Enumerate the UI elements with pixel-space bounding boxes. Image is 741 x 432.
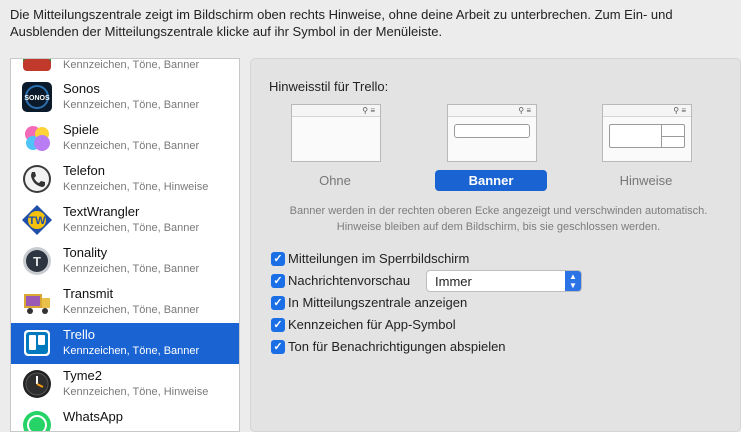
app-list-item-spiele[interactable]: Spiele Kennzeichen, Töne, Banner [11,118,239,159]
app-list-item-name: Transmit [63,286,114,301]
app-list-item-name: Telefon [63,163,105,178]
app-list[interactable]: Kennzeichen, Töne, Banner SONOS Sonos Ke… [10,58,240,432]
play-sound-label[interactable]: Ton für Benachrichtigungen abspielen [288,339,506,354]
app-list-item-details: Kennzeichen, Töne, Banner [63,263,200,275]
textwrangler-icon: TW [22,205,52,235]
app-list-item[interactable]: Kennzeichen, Töne, Banner [11,59,239,78]
alert-style-banner-label[interactable]: Banner [435,170,547,191]
game-center-icon [25,126,50,151]
phone-icon [23,165,51,193]
svg-text:TW: TW [28,215,46,227]
app-list-item-whatsapp[interactable]: WhatsApp [11,405,239,431]
sonos-icon: SONOS [22,82,52,112]
app-list-item-tonality[interactable]: T Tonality Kennzeichen, Töne, Banner [11,241,239,282]
app-list-item-name: TextWrangler [63,204,140,219]
app-list-item-details: Kennzeichen, Töne, Hinweise [63,181,209,193]
alert-style-none-preview[interactable]: ⚲ ≡ [291,104,381,162]
chevron-up-down-icon: ▲ ▼ [565,271,581,291]
message-preview-label[interactable]: Nachrichtenvorschau [288,273,410,288]
app-list-item-details: Kennzeichen, Töne, Banner [63,304,200,316]
badge-app-icon-label[interactable]: Kennzeichen für App-Symbol [288,317,456,332]
trello-icon [24,330,50,356]
app-icon [23,59,51,71]
transmit-truck-icon [24,294,50,314]
app-list-item-name: Tyme2 [63,368,103,383]
app-list-item-name: Sonos [63,81,100,96]
search-list-icon: ⚲ ≡ [518,106,531,115]
search-list-icon: ⚲ ≡ [673,106,686,115]
svg-text:T: T [33,254,41,269]
svg-text:SONOS: SONOS [24,95,50,102]
lock-screen-label[interactable]: Mitteilungen im Sperrbildschirm [288,251,469,266]
alert-style-banner-preview[interactable]: ⚲ ≡ [447,104,537,162]
message-preview-select[interactable]: Immer ▲ ▼ [426,270,582,292]
app-list-item-telefon[interactable]: Telefon Kennzeichen, Töne, Hinweise [11,159,239,200]
app-list-item-trello[interactable]: Trello Kennzeichen, Töne, Banner [11,323,239,364]
app-list-item-details: Kennzeichen, Töne, Banner [63,345,200,357]
app-list-item-tyme2[interactable]: Tyme2 Kennzeichen, Töne, Hinweise [11,364,239,405]
alert-style-alerts-label[interactable]: Hinweise [590,170,702,191]
app-list-item-details: Kennzeichen, Töne, Hinweise [63,386,209,398]
app-list-item-sonos[interactable]: SONOS Sonos Kennzeichen, Töne, Banner [11,77,239,118]
message-preview-checkbox[interactable]: ✓ [271,274,285,288]
alert-style-description: Banner werden in der rechten oberen Ecke… [289,205,708,233]
app-list-item-name: Tonality [63,245,108,260]
tonality-icon: T [23,247,51,275]
clock-icon [23,370,51,398]
app-list-item-name: WhatsApp [63,409,123,424]
app-list-item-name: Spiele [63,122,100,137]
app-list-item-details: Kennzeichen, Töne, Banner [63,222,200,234]
app-list-item-details: Kennzeichen, Töne, Banner [63,140,200,152]
message-preview-select-value: Immer [435,274,472,289]
alert-style-alerts-preview[interactable]: ⚲ ≡ [602,104,692,162]
show-in-center-checkbox[interactable]: ✓ [271,296,285,310]
app-list-item-transmit[interactable]: Transmit Kennzeichen, Töne, Banner [11,282,239,323]
whatsapp-icon [23,411,51,431]
app-list-item-name: Trello [63,327,96,342]
lock-screen-checkbox[interactable]: ✓ [271,252,285,266]
notification-settings-panel: Hinweisstil für Trello: ⚲ ≡ Ohne ⚲ ≡ Ban… [250,58,741,432]
alert-style-title: Hinweisstil für Trello: [269,79,389,94]
badge-app-icon-checkbox[interactable]: ✓ [271,318,285,332]
intro-text: Die Mitteilungszentrale zeigt im Bildsch… [10,7,673,39]
alert-style-none-label[interactable]: Ohne [279,170,391,191]
show-in-center-label[interactable]: In Mitteilungszentrale anzeigen [288,295,467,310]
search-list-icon: ⚲ ≡ [362,106,375,115]
app-list-item-textwrangler[interactable]: TW TextWrangler Kennzeichen, Töne, Banne… [11,200,239,241]
app-list-item-details: Kennzeichen, Töne, Banner [63,59,200,71]
play-sound-checkbox[interactable]: ✓ [271,340,285,354]
app-list-item-details: Kennzeichen, Töne, Banner [63,99,200,111]
